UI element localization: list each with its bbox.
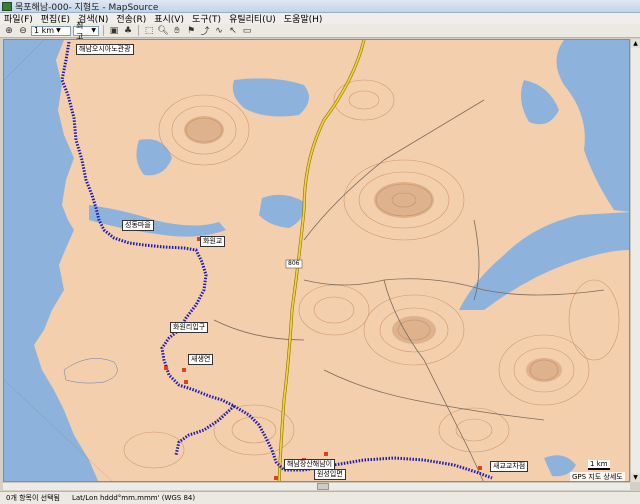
hand-icon[interactable]: ✋︎	[171, 25, 183, 36]
window-title: 목포해남-000- 지형도 - MapSource	[15, 2, 159, 13]
scale-select[interactable]: 1 km ▼	[31, 25, 71, 36]
horizontal-scrollbar[interactable]	[3, 482, 630, 490]
measure-icon[interactable]: ▭	[241, 25, 253, 36]
map-detail-label: GPS 지도 상세도	[570, 472, 625, 481]
selection-status: 0개 항목이 선택됨	[6, 494, 60, 502]
toolbar-separator	[138, 25, 139, 36]
map-scale-bar: 1 km	[588, 460, 610, 470]
app-icon	[2, 1, 12, 11]
route-label[interactable]: 성동마을	[122, 220, 154, 231]
route-label[interactable]: 해남오시아노관광	[76, 44, 134, 55]
coordinate-format: Lat/Lon hddd°mm.mmm' (WGS 84)	[71, 494, 196, 502]
menu-bar: 파일(F) 편집(E) 검색(N) 전송(R) 표시(V) 도구(T) 유틸리티…	[0, 13, 640, 25]
vertical-scrollbar[interactable]: ▲ ▼	[630, 39, 640, 482]
route-label[interactable]: 화원교	[200, 236, 226, 247]
road-marker: 806	[288, 260, 300, 267]
track-icon[interactable]: ∿	[213, 25, 225, 36]
waypoint-flag-icon[interactable]: ⚑	[185, 25, 197, 36]
status-bar: 0개 항목이 선택됨 Lat/Lon hddd°mm.mmm' (WGS 84)	[0, 491, 640, 504]
detail-select[interactable]: 최고 ▼	[73, 21, 99, 41]
zoom-in-icon[interactable]: ⊕	[3, 25, 15, 36]
scale-select-value: 1 km	[34, 26, 55, 35]
route-icon[interactable]: ⤴	[199, 25, 211, 37]
toolbar: ⊕ ⊖ 1 km ▼ 최고 ▼ ▣ ♣ ⬚ 🔍︎ ✋︎ ⚑ ⤴ ∿ ↖ ▭	[0, 21, 640, 41]
scroll-up-icon[interactable]: ▲	[631, 39, 640, 48]
toolbar-separator	[103, 25, 104, 36]
route-label[interactable]: 새교교차점	[490, 461, 529, 472]
pointer-icon[interactable]: ↖	[227, 25, 239, 36]
route-label[interactable]: 원성입면	[314, 469, 346, 480]
chevron-down-icon: ▼	[56, 27, 61, 34]
select-icon[interactable]: ⬚	[143, 25, 155, 36]
map-canvas	[4, 40, 629, 481]
scroll-thumb[interactable]	[317, 483, 329, 490]
route-label[interactable]: 화원리입구	[170, 322, 209, 333]
zoom-out-icon[interactable]: ⊖	[17, 25, 29, 36]
map-view[interactable]: 해남오시아노관광 성동마을 화원교 화원리입구 새생연 해남장산해남이 원성입면…	[3, 39, 630, 482]
scroll-down-icon[interactable]: ▼	[631, 473, 640, 482]
chevron-down-icon: ▼	[91, 27, 96, 34]
gps-device-icon[interactable]: ♣	[122, 25, 134, 36]
map-product-icon[interactable]: ▣	[108, 25, 120, 36]
zoom-tool-icon[interactable]: 🔍︎	[157, 25, 169, 36]
route-label[interactable]: 새생연	[188, 354, 214, 365]
